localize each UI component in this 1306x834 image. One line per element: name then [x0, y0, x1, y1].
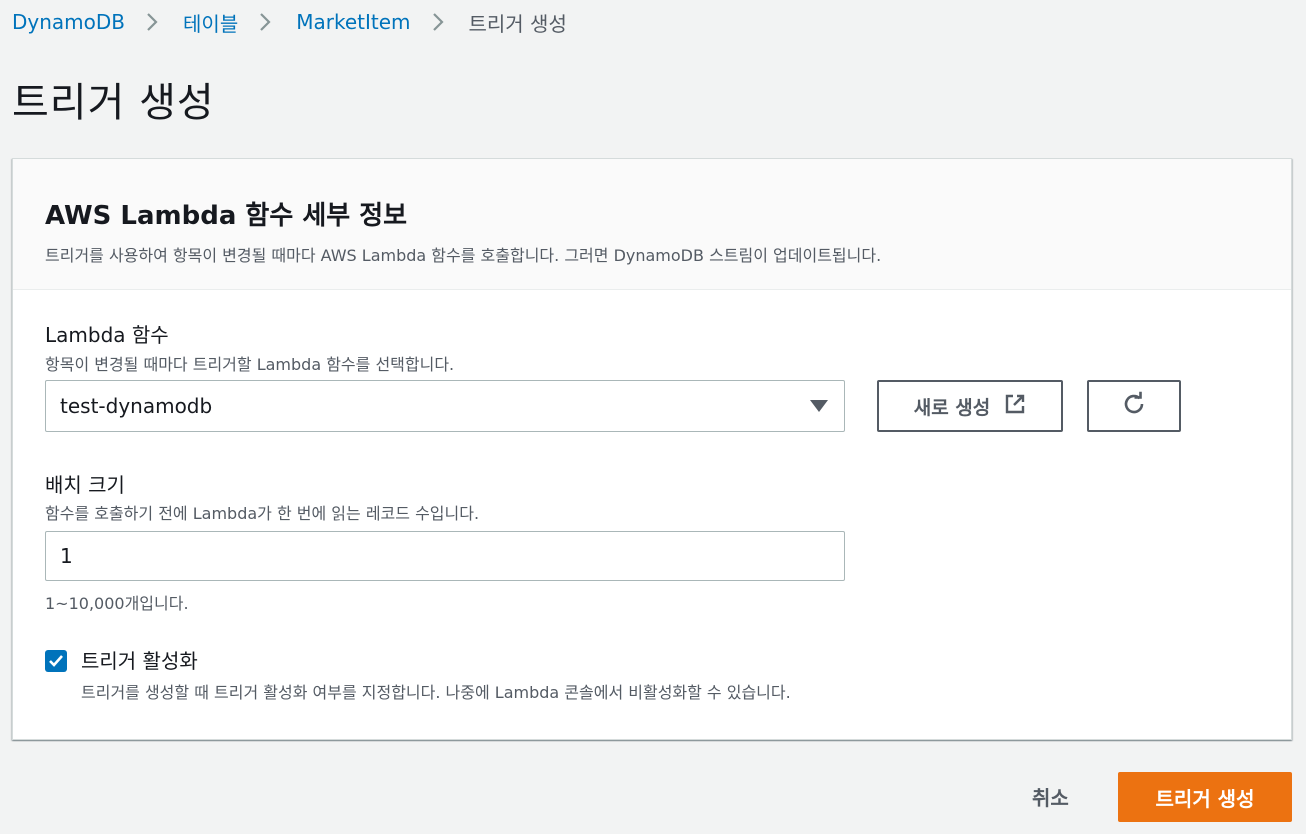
batch-size-input[interactable]: 1 [45, 531, 845, 581]
lambda-function-label: Lambda 함수 [45, 323, 169, 347]
lambda-function-select[interactable]: test-dynamodb [45, 380, 845, 432]
enable-trigger-checkbox[interactable] [45, 650, 67, 672]
chevron-right-icon [145, 8, 165, 36]
batch-size-value: 1 [60, 544, 73, 568]
lambda-function-description: 항목이 변경될 때마다 트리거할 Lambda 함수를 선택합니다. [45, 355, 455, 374]
create-new-label: 새로 생성 [913, 396, 991, 419]
panel-title: AWS Lambda 함수 세부 정보 [45, 201, 408, 231]
batch-size-constraint: 1~10,000개입니다. [45, 594, 189, 613]
chevron-right-icon [431, 8, 451, 36]
breadcrumb-tables[interactable]: 테이블 [183, 8, 238, 37]
create-new-function-button[interactable]: 새로 생성 [877, 380, 1063, 432]
breadcrumb-marketitem[interactable]: MarketItem [296, 10, 410, 34]
enable-trigger-label[interactable]: 트리거 활성화 [81, 645, 198, 674]
breadcrumb-current: 트리거 생성 [468, 11, 567, 36]
refresh-button[interactable] [1087, 380, 1181, 432]
panel-description: 트리거를 사용하여 항목이 변경될 때마다 AWS Lambda 함수를 호출합… [45, 246, 882, 265]
checkmark-icon [49, 655, 63, 667]
create-trigger-button[interactable]: 트리거 생성 [1118, 772, 1292, 822]
lambda-function-selected-value: test-dynamodb [60, 394, 213, 418]
breadcrumb-dynamodb[interactable]: DynamoDB [12, 10, 125, 34]
batch-size-label: 배치 크기 [45, 473, 125, 497]
batch-size-description: 함수를 호출하기 전에 Lambda가 한 번에 읽는 레코드 수입니다. [45, 504, 480, 523]
panel-header: AWS Lambda 함수 세부 정보 트리거를 사용하여 항목이 변경될 때마… [13, 159, 1291, 290]
external-link-icon [1004, 393, 1026, 420]
page-title: 트리거 생성 [12, 80, 215, 126]
chevron-right-icon [258, 8, 278, 36]
lambda-details-panel: AWS Lambda 함수 세부 정보 트리거를 사용하여 항목이 변경될 때마… [12, 158, 1292, 740]
refresh-icon [1121, 391, 1147, 422]
breadcrumb: DynamoDB 테이블 MarketItem 트리거 생성 [12, 8, 567, 36]
enable-trigger-description: 트리거를 생성할 때 트리거 활성화 여부를 지정합니다. 나중에 Lambda… [81, 683, 791, 702]
caret-down-icon [810, 400, 828, 412]
cancel-button[interactable]: 취소 [1032, 782, 1069, 811]
